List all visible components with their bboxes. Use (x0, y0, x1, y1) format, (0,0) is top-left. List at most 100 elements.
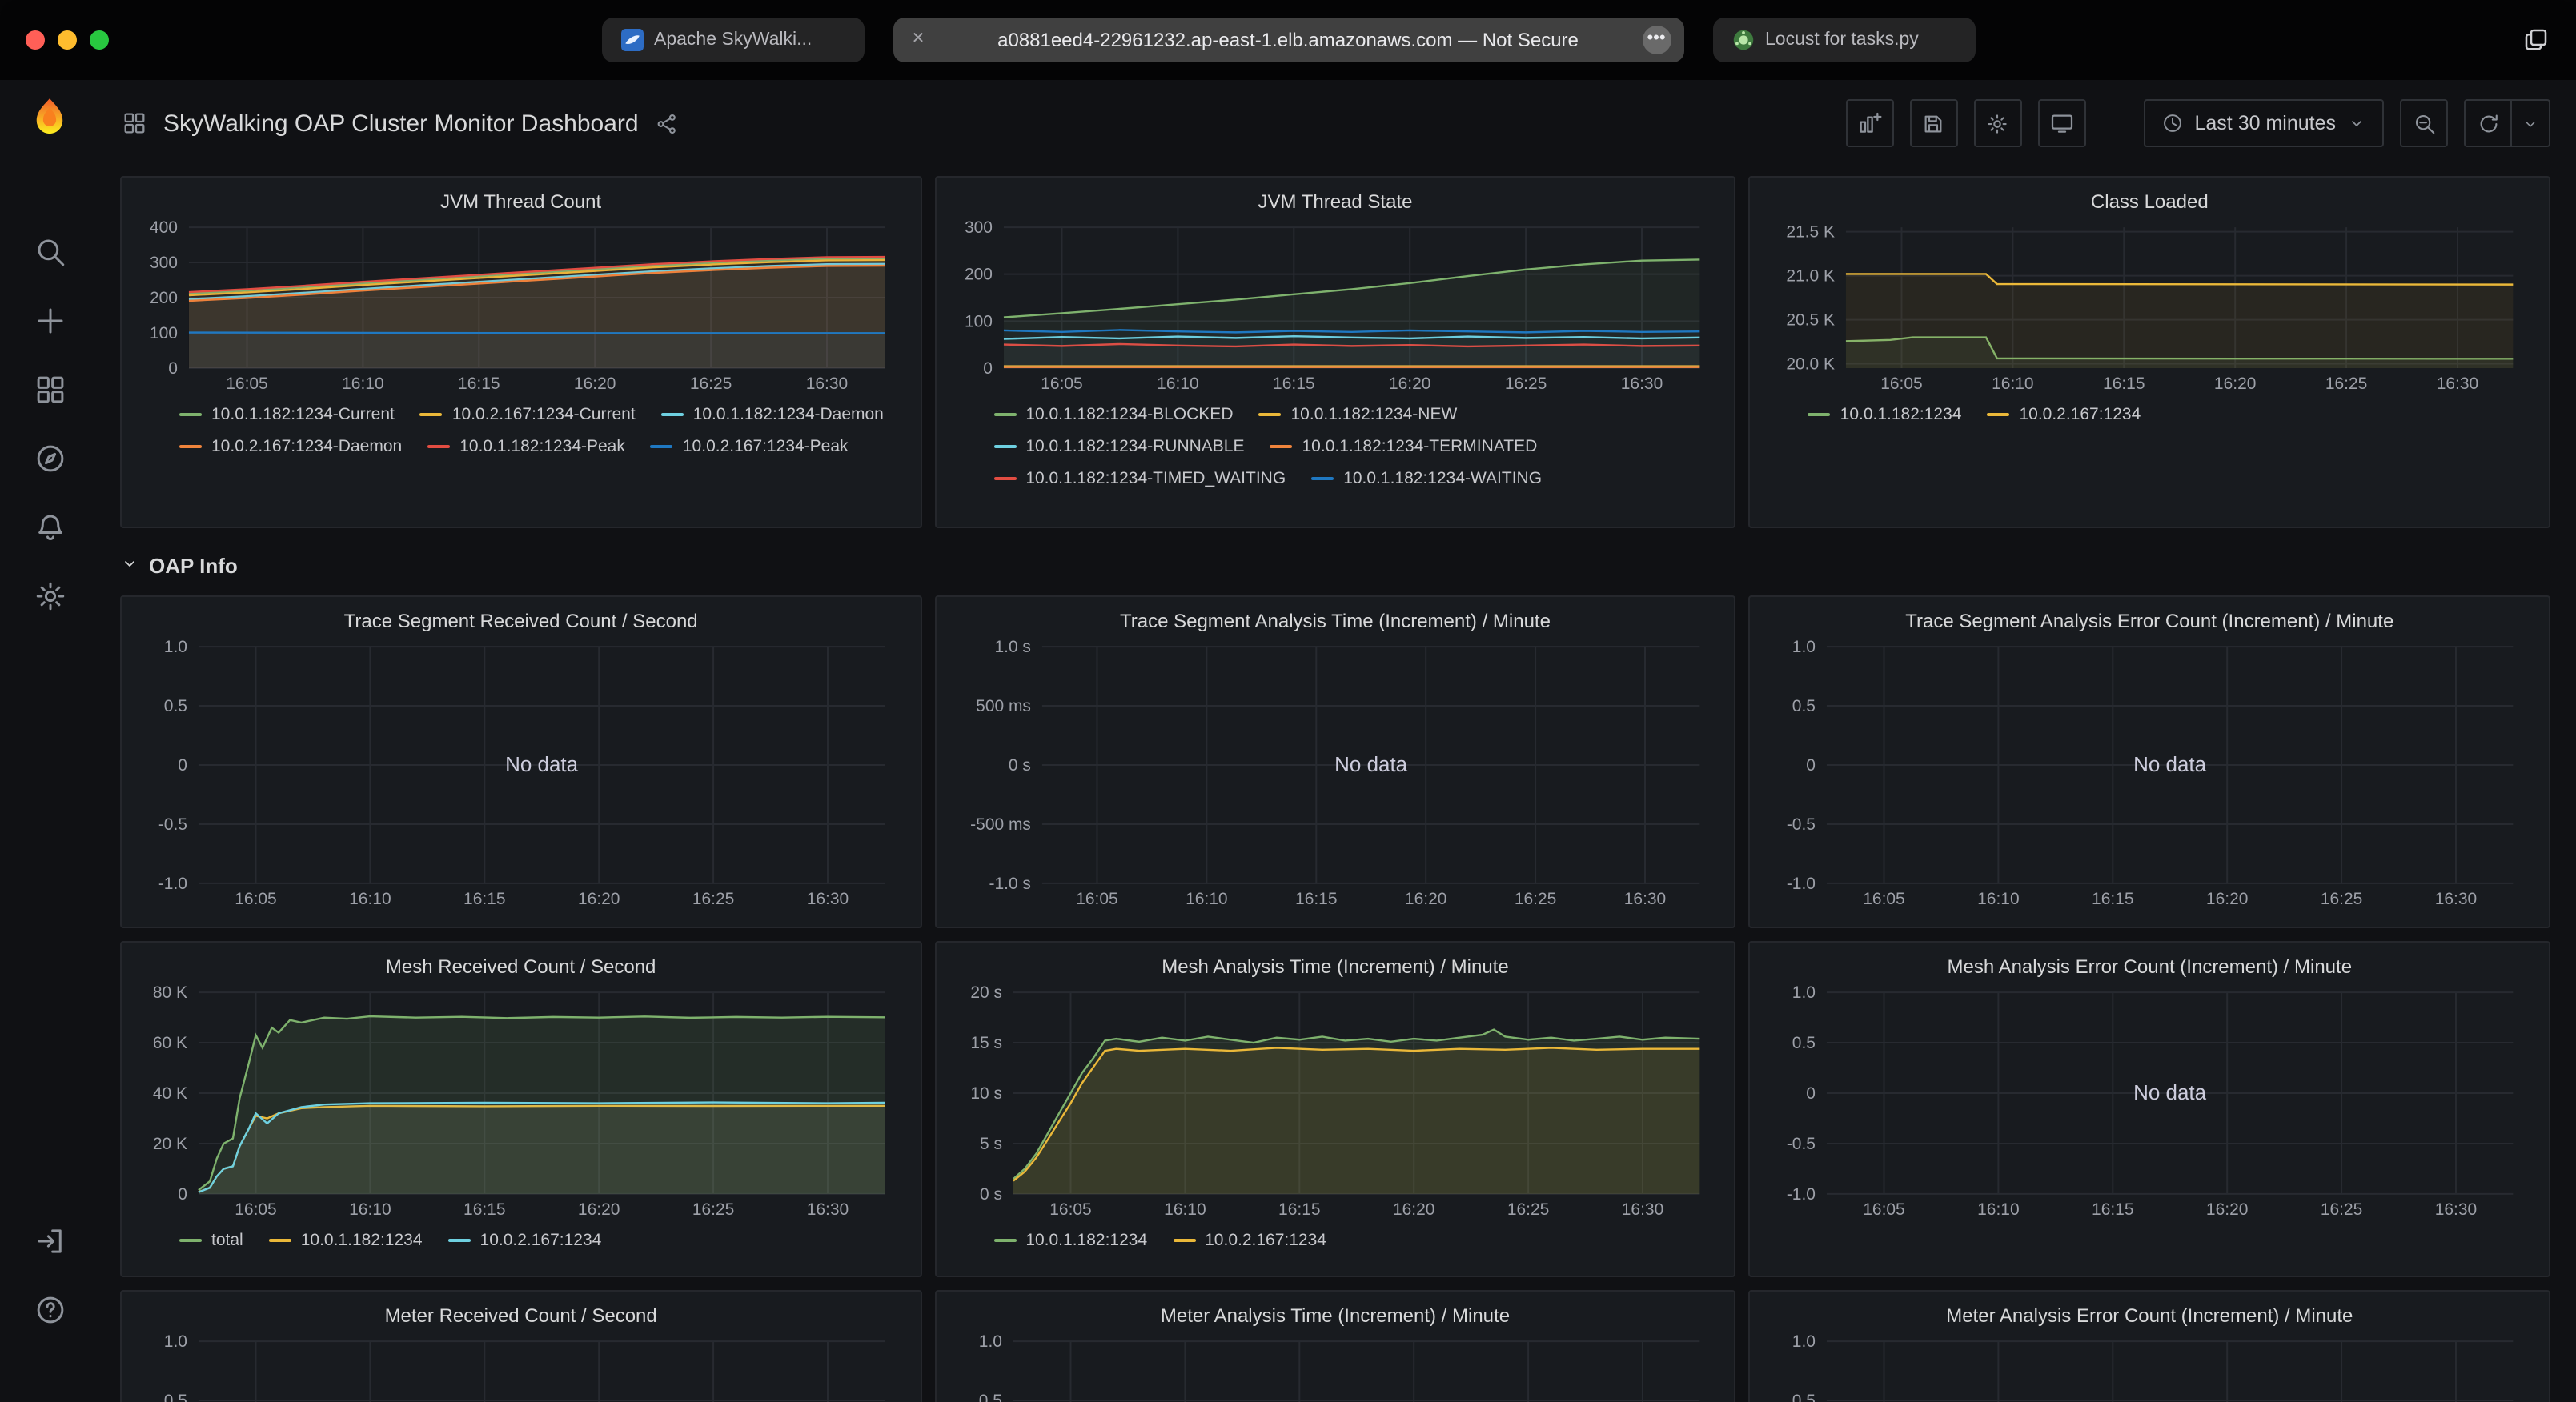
legend-item[interactable]: 10.0.1.182:1234-NEW (1259, 403, 1458, 426)
svg-text:16:15: 16:15 (2092, 890, 2134, 908)
legend-item[interactable]: 10.0.1.182:1234-Daemon (661, 403, 884, 426)
chart-jvm-thread-state[interactable]: 010020030016:0516:1016:1516:2016:2516:30 (952, 218, 1718, 397)
legend-item[interactable]: 10.0.1.182:1234-RUNNABLE (993, 435, 1244, 458)
svg-text:15 s: 15 s (970, 1034, 1002, 1052)
svg-text:0 s: 0 s (1008, 756, 1030, 775)
refresh-button[interactable] (2464, 99, 2512, 147)
legend-item[interactable]: 10.0.1.182:1234-TIMED_WAITING (993, 467, 1286, 490)
chart-meter-analysis-time[interactable]: -1.0-0.500.51.016:0516:1016:1516:2016:25… (952, 1332, 1718, 1402)
panel-title[interactable]: Meter Analysis Time (Increment) / Minute (952, 1300, 1718, 1332)
legend-series-label: 10.0.1.182:1234 (1840, 403, 1962, 426)
svg-text:16:30: 16:30 (2435, 890, 2477, 908)
svg-text:16:10: 16:10 (1163, 1200, 1205, 1219)
legend-item[interactable]: 10.0.2.167:1234-Daemon (179, 435, 402, 458)
svg-text:1.0 s: 1.0 s (994, 638, 1030, 656)
share-icon[interactable] (655, 111, 679, 135)
svg-text:16:25: 16:25 (1514, 890, 1555, 908)
legend-item[interactable]: 10.0.1.182:1234-TERMINATED (1270, 435, 1538, 458)
svg-text:16:20: 16:20 (578, 1200, 620, 1219)
legend-item[interactable]: 10.0.1.182:1234-BLOCKED (993, 403, 1233, 426)
chart-mesh-analysis-time[interactable]: 0 s5 s10 s15 s20 s16:0516:1016:1516:2016… (952, 983, 1718, 1223)
svg-text:16:25: 16:25 (690, 375, 732, 393)
svg-text:16:05: 16:05 (1076, 890, 1117, 908)
panel-title[interactable]: Trace Segment Analysis Time (Increment) … (952, 605, 1718, 637)
tab-more-icon[interactable]: ••• (1642, 26, 1671, 54)
legend-item[interactable]: 10.0.2.167:1234-Peak (651, 435, 849, 458)
minimize-window-button[interactable] (58, 30, 77, 50)
cycle-view-tv-button[interactable] (2038, 99, 2086, 147)
explore-compass-icon[interactable] (29, 437, 70, 479)
time-range-picker[interactable]: Last 30 minutes (2144, 99, 2385, 147)
svg-text:16:25: 16:25 (2321, 1200, 2362, 1219)
chart-trace-analysis-time[interactable]: -1.0 s-500 ms0 s500 ms1.0 s16:0516:1016:… (952, 637, 1718, 912)
grafana-logo-icon[interactable] (29, 96, 70, 138)
panel-title[interactable]: Mesh Received Count / Second (138, 951, 904, 983)
legend-item[interactable]: 10.0.2.167:1234 (1173, 1229, 1326, 1252)
chart-trace-segment-received[interactable]: -1.0-0.500.51.016:0516:1016:1516:2016:25… (138, 637, 904, 912)
legend-series-color (420, 413, 443, 416)
dashboards-icon[interactable] (29, 368, 70, 410)
chart-mesh-received[interactable]: 020 K40 K60 K80 K16:0516:1016:1516:2016:… (138, 983, 904, 1223)
dashboard-settings-button[interactable] (1974, 99, 2022, 147)
panel-title[interactable]: JVM Thread Count (138, 186, 904, 218)
legend-series-label: 10.0.1.182:1234-Daemon (693, 403, 884, 426)
panel-title[interactable]: Meter Analysis Error Count (Increment) /… (1767, 1300, 2533, 1332)
browser-tab-skywalking[interactable]: Apache SkyWalki... (601, 18, 864, 62)
chart-trace-analysis-error[interactable]: -1.0-0.500.51.016:0516:1016:1516:2016:25… (1767, 637, 2533, 912)
svg-text:16:30: 16:30 (2435, 1200, 2477, 1219)
svg-text:16:05: 16:05 (1881, 375, 1923, 393)
panel-title[interactable]: Mesh Analysis Error Count (Increment) / … (1767, 951, 2533, 983)
svg-text:-1.0 s: -1.0 s (989, 875, 1030, 893)
browser-tab-locust[interactable]: Locust for tasks.py (1712, 18, 1975, 62)
panel-title[interactable]: JVM Thread State (952, 186, 1718, 218)
legend-item[interactable]: 10.0.1.182:1234-WAITING (1311, 467, 1542, 490)
legend-item[interactable]: 10.0.1.182:1234 (993, 1229, 1147, 1252)
panel-title[interactable]: Meter Received Count / Second (138, 1300, 904, 1332)
sign-in-icon[interactable] (29, 1220, 70, 1261)
panel-title[interactable]: Trace Segment Received Count / Second (138, 605, 904, 637)
tab-overview-icon[interactable] (2522, 26, 2550, 54)
legend-item[interactable]: 10.0.1.182:1234-Peak (427, 435, 625, 458)
legend-item[interactable]: 10.0.1.182:1234-Current (179, 403, 395, 426)
chart-jvm-thread-count[interactable]: 010020030040016:0516:1016:1516:2016:2516… (138, 218, 904, 397)
tab-close-icon[interactable]: ✕ (907, 29, 929, 51)
save-dashboard-button[interactable] (1910, 99, 1958, 147)
add-panel-button[interactable] (1846, 99, 1894, 147)
svg-text:16:15: 16:15 (1278, 1200, 1319, 1219)
panel-title[interactable]: Mesh Analysis Time (Increment) / Minute (952, 951, 1718, 983)
legend-item[interactable]: 10.0.2.167:1234-Current (420, 403, 636, 426)
search-icon[interactable] (29, 230, 70, 272)
svg-text:16:30: 16:30 (807, 1200, 849, 1219)
panel-title[interactable]: Trace Segment Analysis Error Count (Incr… (1767, 605, 2533, 637)
configuration-gear-icon[interactable] (29, 575, 70, 616)
legend-item[interactable]: total (179, 1229, 243, 1252)
browser-tab-active-grafana[interactable]: ✕ a0881eed4-22961232.ap-east-1.elb.amazo… (893, 18, 1683, 62)
legend-item[interactable]: 10.0.2.167:1234 (1987, 403, 2141, 426)
chart-mesh-analysis-error[interactable]: -1.0-0.500.51.016:0516:1016:1516:2016:25… (1767, 983, 2533, 1223)
chart-class-loaded[interactable]: 20.0 K20.5 K21.0 K21.5 K16:0516:1016:151… (1767, 218, 2533, 397)
apps-grid-icon[interactable] (122, 110, 147, 136)
zoom-window-button[interactable] (90, 30, 109, 50)
svg-text:16:30: 16:30 (1621, 1200, 1663, 1219)
zoom-out-button[interactable] (2400, 99, 2448, 147)
panel-title[interactable]: Class Loaded (1767, 186, 2533, 218)
legend-item[interactable]: 10.0.1.182:1234 (269, 1229, 423, 1252)
svg-text:80 K: 80 K (153, 983, 187, 1002)
alerting-bell-icon[interactable] (29, 506, 70, 547)
refresh-interval-caret-button[interactable] (2512, 99, 2550, 147)
help-icon[interactable] (29, 1288, 70, 1330)
svg-text:16:15: 16:15 (2104, 375, 2145, 393)
svg-text:21.5 K: 21.5 K (1787, 223, 1836, 242)
legend-item[interactable]: 10.0.1.182:1234 (1808, 403, 1962, 426)
chart-meter-received[interactable]: -1.0-0.500.51.016:0516:1016:1516:2016:25… (138, 1332, 904, 1402)
panel-meter-received: Meter Received Count / Second -1.0-0.500… (120, 1290, 921, 1402)
create-plus-icon[interactable] (29, 299, 70, 341)
legend-series-label: 10.0.1.182:1234-WAITING (1343, 467, 1542, 490)
chart-meter-analysis-error[interactable]: -1.0-0.500.51.016:0516:1016:1516:2016:25… (1767, 1332, 2533, 1402)
svg-text:0.5: 0.5 (1792, 697, 1816, 715)
row-header-oap-info[interactable]: OAP Info (120, 541, 2550, 589)
legend-series-label: 10.0.1.182:1234-TIMED_WAITING (1025, 467, 1286, 490)
close-window-button[interactable] (26, 30, 45, 50)
chart-legend: 10.0.1.182:1234-Current 10.0.2.167:1234-C… (138, 403, 900, 458)
legend-item[interactable]: 10.0.2.167:1234 (448, 1229, 602, 1252)
